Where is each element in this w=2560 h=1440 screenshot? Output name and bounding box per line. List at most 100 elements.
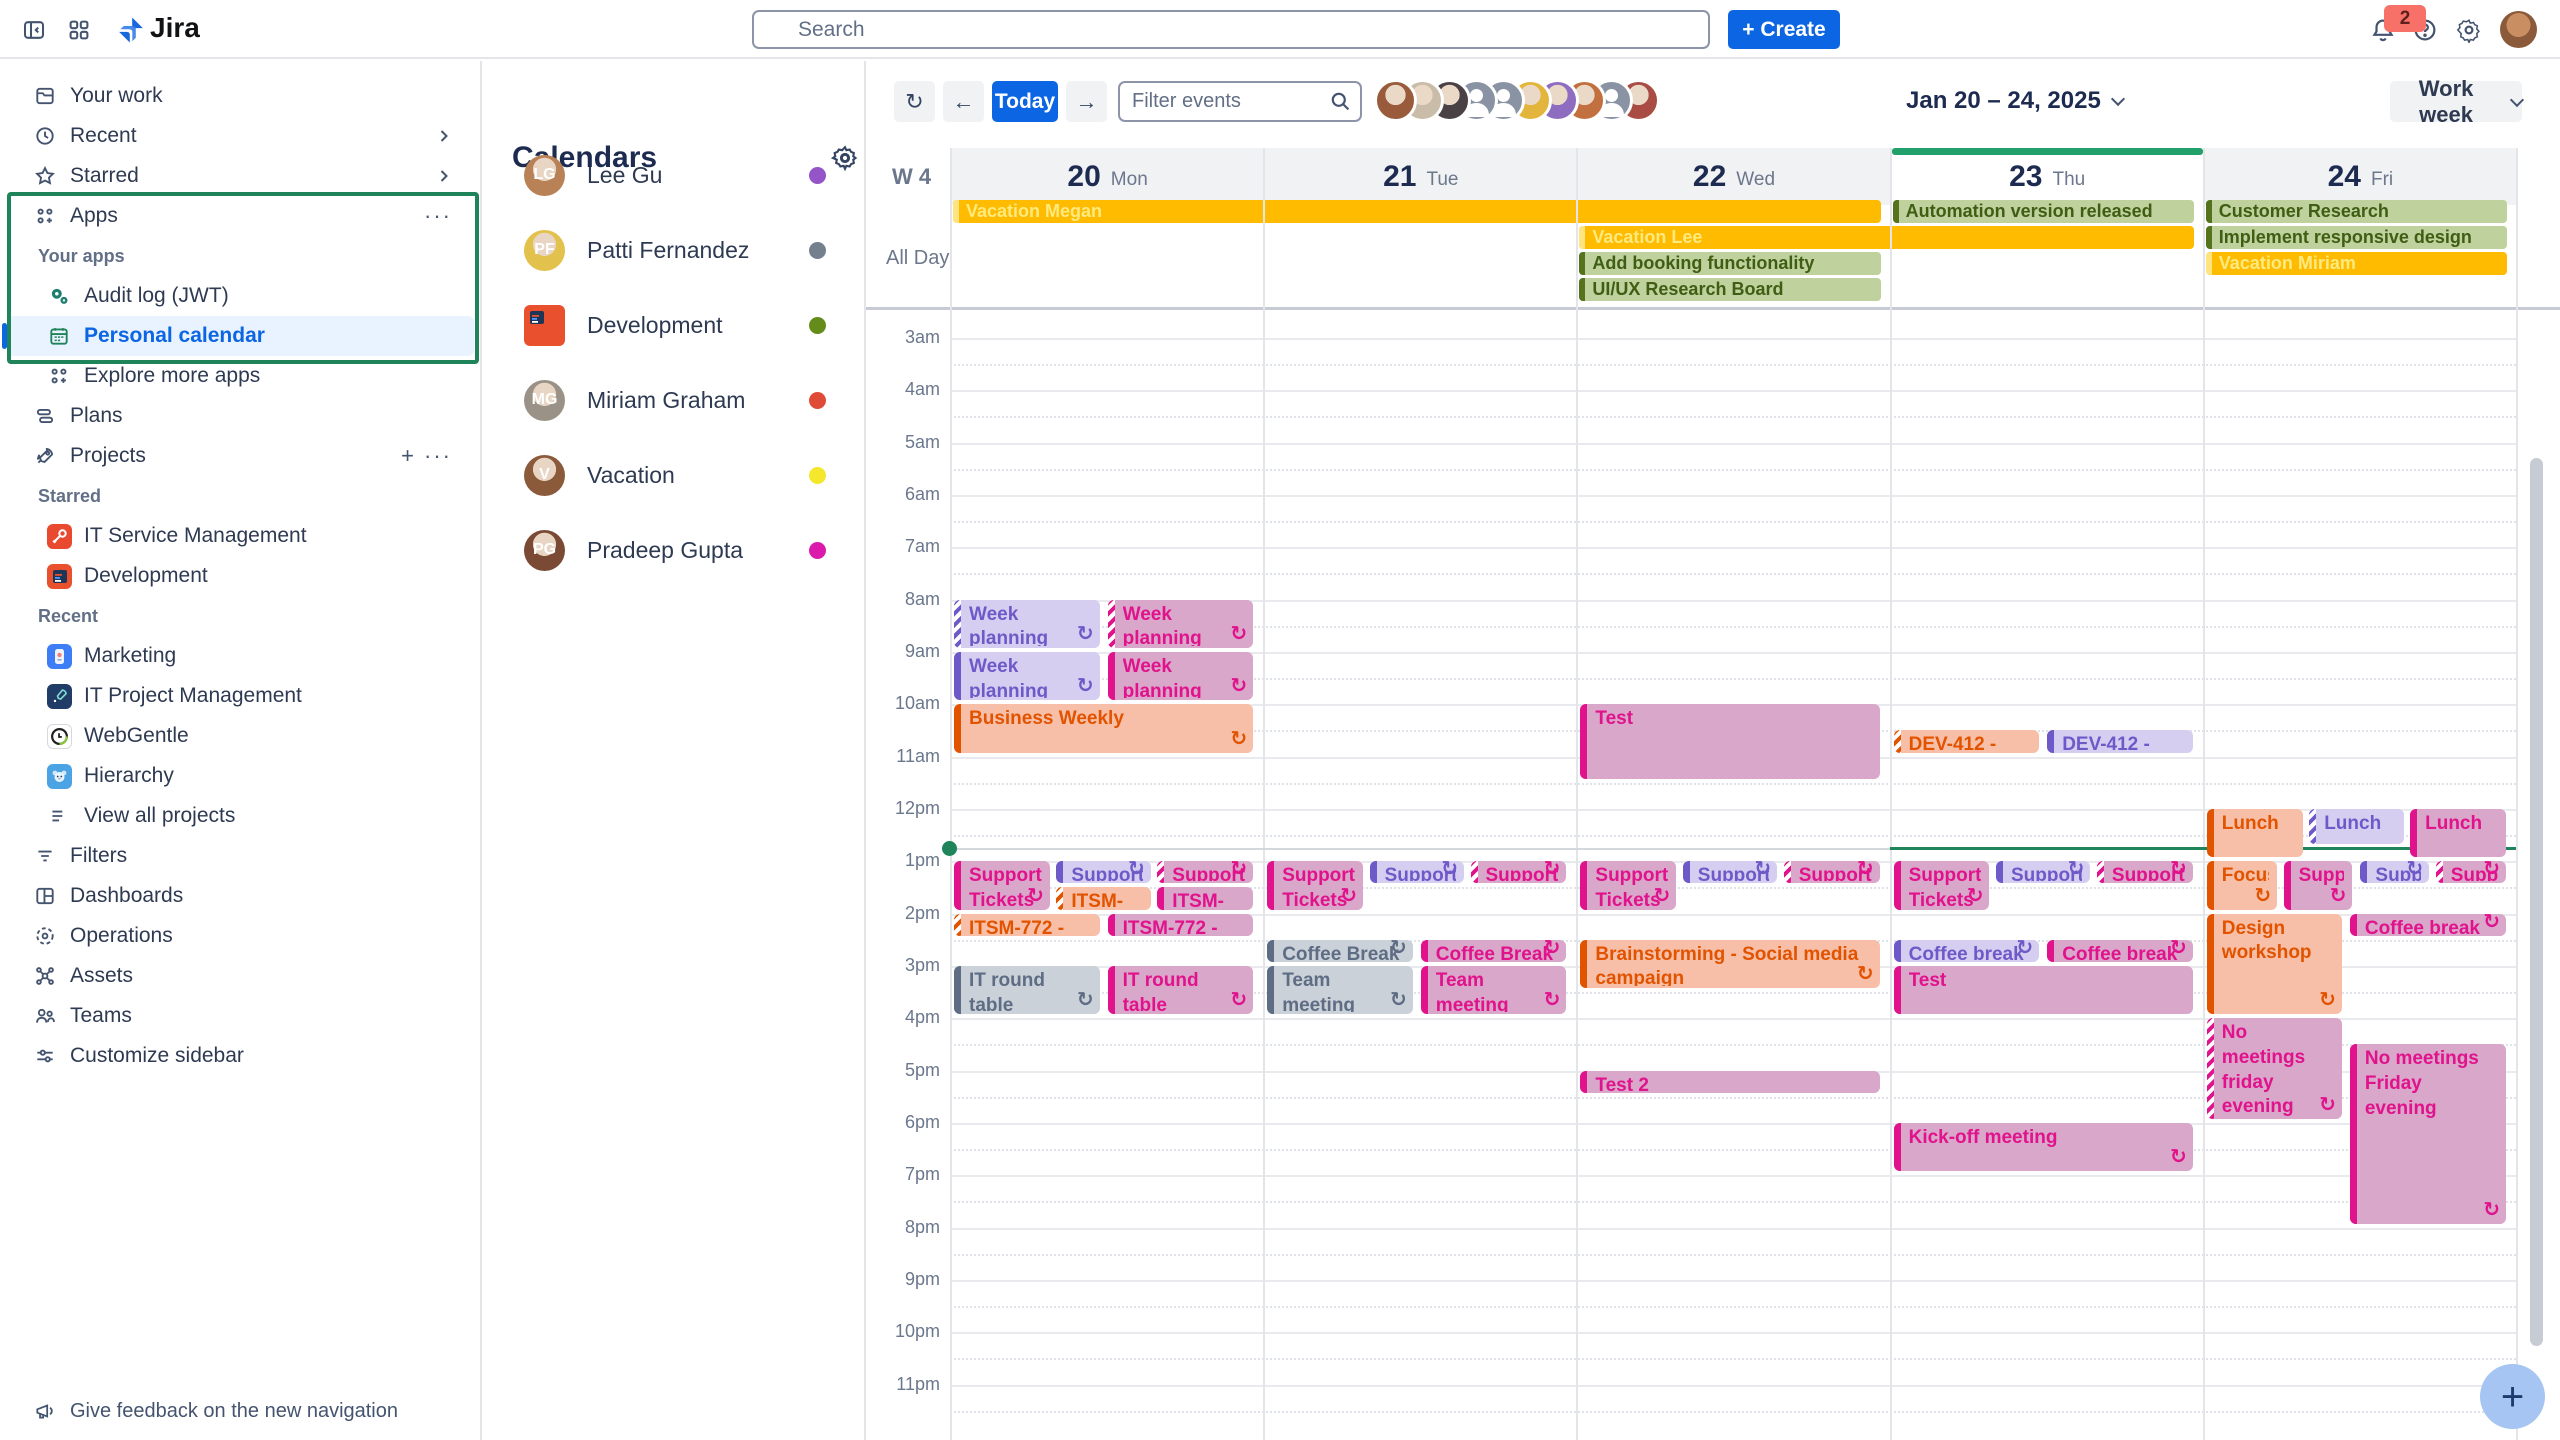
sidebar-item-it-service-management[interactable]: IT Service Management bbox=[8, 516, 474, 556]
jira-wordmark[interactable]: Jira bbox=[150, 12, 200, 44]
calendar-event[interactable]: No meetings Friday evening↻ bbox=[2350, 1044, 2506, 1223]
user-avatar[interactable] bbox=[2500, 11, 2537, 48]
sidebar-item-audit-log-jwt-[interactable]: Audit log (JWT) bbox=[8, 276, 474, 316]
chevron-right-icon[interactable] bbox=[436, 128, 452, 144]
add-project-icon[interactable]: + bbox=[401, 443, 416, 469]
today-button[interactable]: Today bbox=[992, 81, 1058, 122]
add-event-fab-button[interactable]: + bbox=[2480, 1364, 2545, 1429]
sidebar-item-plans[interactable]: Plans bbox=[8, 396, 474, 436]
calendar-event[interactable]: Week planning↻ bbox=[1108, 652, 1254, 700]
sidebar-item-hierarchy[interactable]: Hierarchy bbox=[8, 756, 474, 796]
sidebar-item-personal-calendar[interactable]: Personal calendar bbox=[8, 316, 474, 356]
calendar-event[interactable]: Coffee Break↻ bbox=[1421, 940, 1567, 962]
calendar-event[interactable]: Kick-off meeting↻ bbox=[1894, 1123, 2193, 1171]
all-day-event[interactable]: Implement responsive design bbox=[2206, 226, 2507, 249]
give-feedback-link[interactable]: Give feedback on the new navigation bbox=[0, 1385, 480, 1437]
sidebar-item-explore-more-apps[interactable]: Explore more apps bbox=[8, 356, 474, 396]
calendar-event[interactable]: Focus↻ bbox=[2207, 861, 2277, 909]
all-day-event[interactable]: UI/UX Research Board bbox=[1579, 278, 1880, 301]
sidebar-item-dashboards[interactable]: Dashboards bbox=[8, 876, 474, 916]
calendar-event[interactable]: Lunch bbox=[2410, 809, 2506, 857]
calendar-list-item-vacation[interactable]: VVacation bbox=[498, 444, 852, 506]
calendar-event[interactable]: ITSM-772 - Laptop bbox=[954, 914, 1100, 936]
calendar-event[interactable]: Week planning↻ bbox=[954, 652, 1100, 700]
calendar-event[interactable]: Support Tickets↻ bbox=[1580, 861, 1676, 909]
calendar-event[interactable]: Support↻ bbox=[2360, 861, 2429, 883]
calendar-event[interactable]: Test bbox=[1580, 704, 1879, 778]
all-day-event[interactable]: Vacation Miriam bbox=[2206, 252, 2507, 275]
calendar-list-item-lee-gu[interactable]: LGLee Gu bbox=[498, 144, 852, 206]
more-options-icon[interactable]: ··· bbox=[424, 443, 452, 469]
calendar-event[interactable]: Support Tickets↻ bbox=[1267, 861, 1363, 909]
calendar-event[interactable]: Support↻ bbox=[1996, 861, 2090, 883]
calendar-event[interactable]: Team meeting↻ bbox=[1267, 966, 1413, 1014]
calendar-event[interactable]: Coffee break↻ bbox=[1894, 940, 2040, 962]
calendar-event[interactable]: Design workshop↻ bbox=[2207, 914, 2342, 1015]
calendar-list-item-miriam-graham[interactable]: MGMiriam Graham bbox=[498, 369, 852, 431]
sidebar-item-recent[interactable]: Recent bbox=[8, 116, 474, 156]
calendar-event[interactable]: Support↻ bbox=[1784, 861, 1880, 883]
calendar-event[interactable]: Support Tickets↻ bbox=[954, 861, 1050, 909]
calendar-list-item-pradeep-gupta[interactable]: PGPradeep Gupta bbox=[498, 519, 852, 581]
sidebar-item-apps[interactable]: Apps··· bbox=[8, 196, 474, 236]
app-switcher-icon[interactable] bbox=[62, 13, 96, 47]
sidebar-item-assets[interactable]: Assets bbox=[8, 956, 474, 996]
calendar-event[interactable]: Lunch bbox=[2309, 809, 2403, 844]
calendar-event[interactable]: Coffee break↻ bbox=[2350, 914, 2506, 936]
calendar-event[interactable]: Support Tickets↻ bbox=[1894, 861, 1990, 909]
calendar-event[interactable]: Coffee Break↻ bbox=[1267, 940, 1413, 962]
calendar-event[interactable]: Test 2 bbox=[1580, 1071, 1879, 1093]
calendar-event[interactable]: Support↻ bbox=[2097, 861, 2193, 883]
sidebar-item-webgentle[interactable]: WebGentle bbox=[8, 716, 474, 756]
previous-week-button[interactable]: ← bbox=[943, 81, 984, 122]
calendar-event[interactable]: DEV-412 - bbox=[2047, 730, 2193, 752]
all-day-event[interactable]: Vacation Lee bbox=[1579, 226, 2193, 249]
calendar-color-dot[interactable] bbox=[809, 242, 826, 259]
calendar-event[interactable]: Support↻ bbox=[2284, 861, 2353, 909]
calendar-event[interactable]: IT round table↻ bbox=[1108, 966, 1254, 1014]
calendar-list-item-patti-fernandez[interactable]: PFPatti Fernandez bbox=[498, 219, 852, 281]
calendar-event[interactable]: DEV-412 - bbox=[1894, 730, 2040, 752]
global-search-input[interactable] bbox=[752, 10, 1710, 49]
calendar-event[interactable]: Support↻ bbox=[1157, 861, 1253, 883]
sidebar-item-marketing[interactable]: Marketing bbox=[8, 636, 474, 676]
collapse-sidebar-icon[interactable] bbox=[17, 13, 51, 47]
refresh-button[interactable]: ↻ bbox=[894, 81, 935, 122]
settings-gear-icon[interactable] bbox=[2452, 13, 2486, 47]
all-day-event[interactable]: Add booking functionality bbox=[1579, 252, 1880, 275]
calendar-event[interactable]: No meetings friday evening↻ bbox=[2207, 1018, 2342, 1119]
calendar-event[interactable]: Week planning↻ bbox=[954, 600, 1100, 648]
sidebar-item-operations[interactable]: Operations bbox=[8, 916, 474, 956]
date-range-selector[interactable]: Jan 20 – 24, 2025 bbox=[1906, 87, 2123, 115]
sidebar-item-it-project-management[interactable]: IT Project Management bbox=[8, 676, 474, 716]
sidebar-item-development[interactable]: Development bbox=[8, 556, 474, 596]
chevron-right-icon[interactable] bbox=[436, 168, 452, 184]
calendar-event[interactable]: Test bbox=[1894, 966, 2193, 1014]
sidebar-item-starred[interactable]: Starred bbox=[8, 156, 474, 196]
calendar-event[interactable]: ITSM-774 - bbox=[1056, 887, 1150, 909]
more-options-icon[interactable]: ··· bbox=[424, 203, 452, 229]
sidebar-item-view-all-projects[interactable]: View all projects bbox=[8, 796, 474, 836]
calendar-event[interactable]: ITSM-772 - Laptop bbox=[1108, 914, 1254, 936]
sidebar-item-projects[interactable]: Projects+··· bbox=[8, 436, 474, 476]
calendar-event[interactable]: Support↻ bbox=[1056, 861, 1150, 883]
filter-events-input[interactable] bbox=[1118, 81, 1362, 122]
calendar-color-dot[interactable] bbox=[809, 542, 826, 559]
all-day-event[interactable]: Vacation Megan bbox=[953, 200, 1881, 223]
calendar-event[interactable]: Support↻ bbox=[1370, 861, 1464, 883]
calendar-color-dot[interactable] bbox=[809, 467, 826, 484]
all-day-event[interactable]: Automation version released bbox=[1893, 200, 2194, 223]
calendar-event[interactable]: Business Weekly↻ bbox=[954, 704, 1253, 752]
calendar-color-dot[interactable] bbox=[809, 167, 826, 184]
calendar-event[interactable]: Team meeting↻ bbox=[1421, 966, 1567, 1014]
calendar-event[interactable]: Support↻ bbox=[2436, 861, 2506, 883]
calendar-list-item-development[interactable]: Development bbox=[498, 294, 852, 356]
calendar-color-dot[interactable] bbox=[809, 317, 826, 334]
calendar-event[interactable]: Coffee break↻ bbox=[2047, 940, 2193, 962]
sidebar-item-teams[interactable]: Teams bbox=[8, 996, 474, 1036]
jira-logo-icon[interactable] bbox=[115, 14, 147, 46]
sidebar-item-customize-sidebar[interactable]: Customize sidebar bbox=[8, 1036, 474, 1076]
calendar-event[interactable]: Lunch bbox=[2207, 809, 2303, 857]
calendar-event[interactable]: Support↻ bbox=[1683, 861, 1777, 883]
vertical-scrollbar[interactable] bbox=[2530, 458, 2543, 1346]
